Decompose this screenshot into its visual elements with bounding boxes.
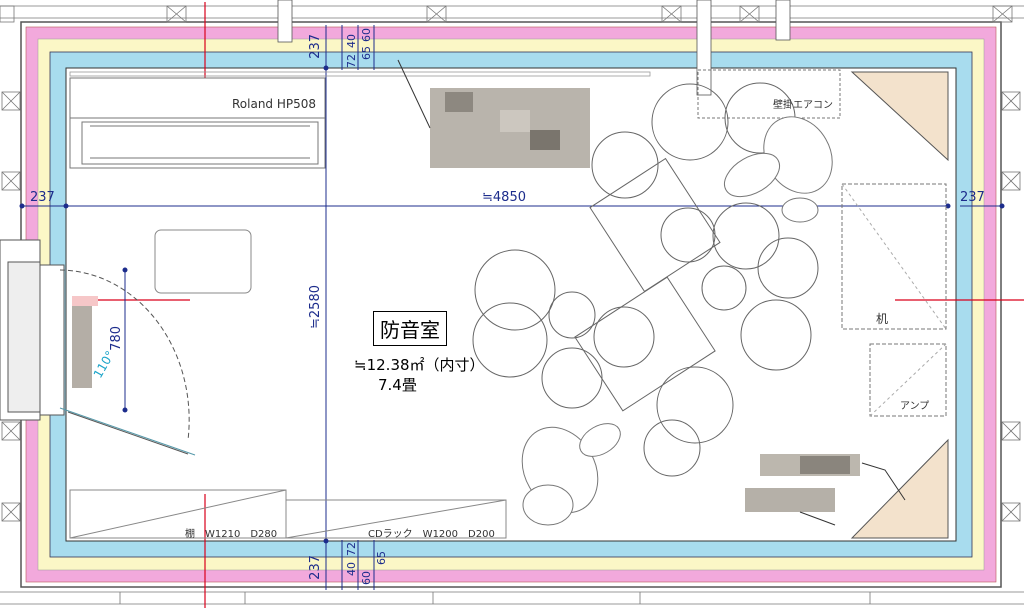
cd-rack-label: CDラック W1200 D200 [368, 529, 495, 540]
room-height-dimension: ≒2580 [308, 285, 323, 329]
bottom-dimension-65: 65 [375, 551, 388, 565]
bottom-wall-dimension: 237 [308, 555, 323, 580]
room-width-dimension: ≒4850 [482, 190, 526, 205]
left-wall-dimension: 237 [30, 190, 55, 205]
top-dimension-40: 40 [345, 34, 358, 48]
room-tatami: 7.4畳 [378, 376, 417, 394]
bottom-border-grid [0, 591, 1024, 605]
room-title: 防音室 [373, 311, 447, 346]
top-dimension-60: 60 [360, 28, 373, 42]
piano-label: Roland HP508 [232, 97, 317, 111]
top-dimension-72: 72 [345, 54, 358, 68]
aircon-label: 壁掛エアコン [773, 100, 833, 111]
room-area: ≒12.38㎡（内寸） [354, 356, 485, 374]
bottom-dimension-40: 40 [345, 562, 358, 576]
floor-plan [0, 0, 1024, 608]
desk-label: 机 [876, 312, 889, 326]
top-wall-dimension: 237 [308, 34, 323, 59]
right-wall-dimension: 237 [960, 190, 985, 205]
amp-label: アンプ [900, 401, 930, 412]
door-width-dimension: 780 [109, 326, 124, 351]
top-dimension-65: 65 [360, 46, 373, 60]
shelf-label: 棚 W1210 D280 [185, 529, 278, 540]
bottom-dimension-60: 60 [360, 571, 373, 585]
bottom-dimension-72: 72 [345, 542, 358, 556]
top-border-grid [0, 5, 1024, 23]
piano-shape [69, 77, 326, 169]
ottoman-shape [154, 229, 252, 294]
